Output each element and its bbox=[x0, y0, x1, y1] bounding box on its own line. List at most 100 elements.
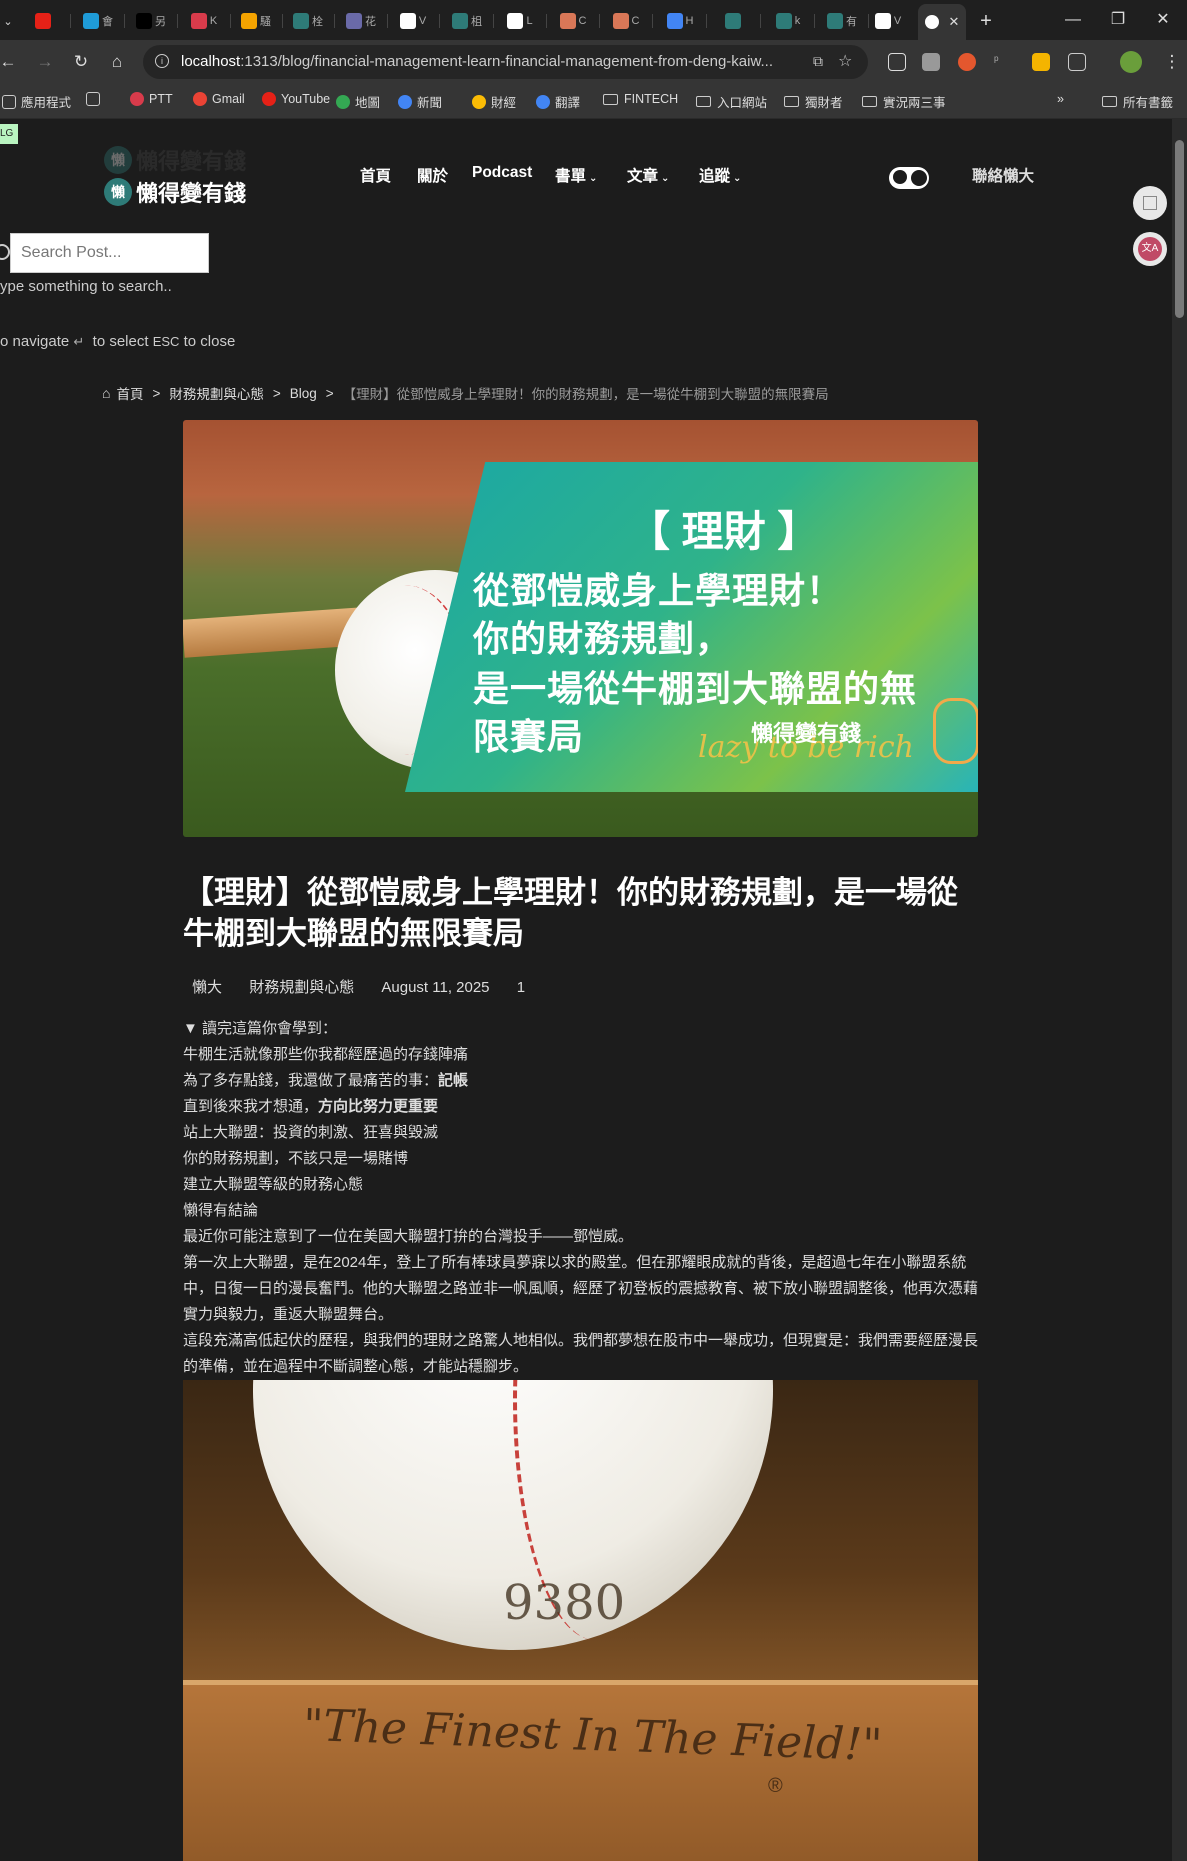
tab-separator bbox=[439, 14, 440, 28]
scrollbar-thumb[interactable] bbox=[1175, 140, 1184, 318]
tab-search-button[interactable]: ⌄ bbox=[0, 8, 16, 34]
browser-menu-icon[interactable]: ⋮ bbox=[1158, 48, 1186, 76]
browser-tab[interactable]: 栓 bbox=[290, 8, 326, 34]
post-category[interactable]: 財務規劃與心態 bbox=[249, 979, 354, 996]
browser-tab[interactable] bbox=[716, 8, 752, 34]
logo-badge: 懶 bbox=[104, 178, 132, 206]
browser-tab[interactable]: V bbox=[870, 8, 906, 34]
browser-tab[interactable]: 會 bbox=[80, 8, 116, 34]
bookmark-folder[interactable]: 入口網站 bbox=[696, 92, 767, 111]
browser-tab[interactable]: K bbox=[186, 8, 222, 34]
back-icon[interactable]: ← bbox=[0, 48, 22, 76]
scrollbar-track[interactable] bbox=[1172, 119, 1187, 1861]
translate-floating-button[interactable]: 文A bbox=[1133, 232, 1167, 266]
bookmark-folder[interactable]: 獨財者 bbox=[784, 92, 843, 111]
logo-shadow: 懶 懶得變有錢 bbox=[104, 144, 246, 176]
close-window-button[interactable]: ✕ bbox=[1143, 6, 1183, 34]
address-bar[interactable]: i localhost:1313/blog/financial-manageme… bbox=[143, 45, 868, 79]
nav-item[interactable]: 關於 bbox=[417, 164, 448, 186]
bookmark-item[interactable]: 新聞 bbox=[398, 92, 442, 111]
bookmark-item[interactable]: 翻譯 bbox=[536, 92, 580, 111]
bookmark-item[interactable]: 地圖 bbox=[336, 92, 380, 111]
bookmark-item[interactable]: 財經 bbox=[472, 92, 516, 111]
tab-separator bbox=[124, 14, 125, 28]
nav-item[interactable]: Podcast bbox=[472, 164, 532, 182]
corner-tag: LG bbox=[0, 124, 18, 144]
dark-mode-toggle[interactable] bbox=[889, 167, 929, 189]
lazy-favicon bbox=[452, 13, 468, 29]
browser-tab[interactable]: 有 bbox=[824, 8, 860, 34]
install-app-icon[interactable]: ⧉ bbox=[813, 53, 823, 70]
browser-tab[interactable]: C bbox=[608, 8, 644, 34]
bookmark-item[interactable]: YouTube bbox=[262, 92, 330, 106]
toc-item-emphasis: 方向比努力更重要 bbox=[318, 1098, 439, 1115]
browser-tab[interactable]: 騷 bbox=[238, 8, 274, 34]
extensions-puzzle-icon[interactable] bbox=[1068, 53, 1086, 71]
browser-tab[interactable]: C bbox=[555, 8, 591, 34]
notion-favicon bbox=[507, 13, 524, 29]
apps-grid-icon bbox=[2, 94, 16, 109]
browser-tab[interactable]: V bbox=[395, 8, 431, 34]
toc-item[interactable]: 懶得有結論 bbox=[183, 1198, 983, 1224]
browser-tab[interactable]: L bbox=[502, 8, 538, 34]
breadcrumb-section[interactable]: Blog bbox=[290, 386, 317, 401]
toc-item[interactable]: 直到後來我才想通，方向比努力更重要 bbox=[183, 1094, 983, 1120]
profile-avatar[interactable] bbox=[1120, 51, 1142, 73]
browser-tab[interactable] bbox=[26, 8, 62, 34]
store-favicon bbox=[346, 13, 362, 29]
search-box[interactable] bbox=[10, 233, 209, 273]
nav-item[interactable]: 書單 ⌄ bbox=[555, 164, 597, 186]
bookmark-item[interactable]: PTT bbox=[130, 92, 173, 106]
apps-floating-button[interactable] bbox=[1133, 186, 1167, 220]
tab-close-icon[interactable]: ✕ bbox=[949, 14, 960, 30]
minimize-button[interactable]: — bbox=[1053, 6, 1093, 34]
tab-separator bbox=[70, 14, 71, 28]
toc-summary[interactable]: ▼ 讀完這篇你會學到： bbox=[183, 1016, 983, 1042]
toc-item[interactable]: 建立大聯盟等級的財務心態 bbox=[183, 1172, 983, 1198]
moon-icon bbox=[893, 170, 907, 184]
notion-extension-icon[interactable] bbox=[888, 53, 906, 71]
bookmark-label: 新聞 bbox=[417, 96, 443, 110]
contact-link[interactable]: 聯絡懶大 bbox=[972, 164, 1034, 186]
post-meta: 懶大 財務規劃與心態 August 11, 2025 1 bbox=[192, 976, 548, 997]
bookmark-folder[interactable]: 實況兩三事 bbox=[862, 92, 946, 111]
search-input[interactable] bbox=[11, 234, 203, 272]
breadcrumb-category[interactable]: 財務規劃與心態 bbox=[169, 383, 264, 403]
nav-item[interactable]: 首頁 bbox=[360, 164, 391, 186]
toc-item[interactable]: 你的財務規劃，不該只是一場賭博 bbox=[183, 1146, 983, 1172]
extension-icon[interactable] bbox=[958, 53, 976, 71]
bookmark-label: 實況兩三事 bbox=[883, 96, 946, 110]
reload-icon[interactable]: ↻ bbox=[67, 48, 95, 76]
bookmark-star-icon[interactable]: ☆ bbox=[838, 51, 852, 71]
url-text: localhost:1313/blog/financial-management… bbox=[181, 53, 773, 70]
bookmark-folder[interactable]: FINTECH bbox=[603, 92, 678, 106]
toc-item[interactable]: 牛棚生活就像那些你我都經歷過的存錢陣痛 bbox=[183, 1042, 983, 1068]
nav-item[interactable]: 追蹤 ⌄ bbox=[699, 164, 741, 186]
browser-tab[interactable]: 花 bbox=[343, 8, 379, 34]
browser-tab[interactable]: k bbox=[770, 8, 806, 34]
restore-button[interactable]: ❐ bbox=[1098, 6, 1138, 34]
bookmark-label: 獨財者 bbox=[805, 96, 843, 110]
nav-item[interactable]: 文章 ⌄ bbox=[627, 164, 669, 186]
post-author[interactable]: 懶大 bbox=[192, 979, 222, 996]
bookmark-item[interactable] bbox=[86, 92, 105, 106]
new-tab-button[interactable]: + bbox=[968, 8, 1004, 34]
bookmark-item[interactable]: 應用程式 bbox=[2, 92, 71, 111]
bookmark-item[interactable]: Gmail bbox=[193, 92, 245, 106]
site-info-icon[interactable]: i bbox=[155, 54, 169, 68]
toc-item[interactable]: 為了多存點錢，我還做了最痛苦的事：記帳 bbox=[183, 1068, 983, 1094]
all-bookmarks-folder[interactable]: 所有書籤 bbox=[1102, 92, 1173, 111]
tab-active[interactable]: ✕ bbox=[918, 4, 966, 40]
site-logo[interactable]: 懶 懶得變有錢 懶 懶得變有錢 bbox=[104, 142, 264, 212]
toc-item[interactable]: 站上大聯盟：投資的刺激、狂喜與毀滅 bbox=[183, 1120, 983, 1146]
bookmarks-overflow-button[interactable]: » bbox=[1057, 92, 1064, 106]
rss-extension-icon[interactable] bbox=[922, 53, 940, 71]
browser-tab[interactable]: H bbox=[662, 8, 698, 34]
browser-tab[interactable]: 柤 bbox=[449, 8, 485, 34]
forward-icon[interactable]: → bbox=[31, 48, 59, 76]
breadcrumb-home[interactable]: 首頁 bbox=[116, 383, 143, 403]
extension-icon[interactable]: ᵖ bbox=[994, 53, 1012, 71]
extension-icon[interactable] bbox=[1032, 53, 1050, 71]
home-icon[interactable]: ⌂ bbox=[103, 48, 131, 76]
browser-tab[interactable]: 另 bbox=[133, 8, 169, 34]
